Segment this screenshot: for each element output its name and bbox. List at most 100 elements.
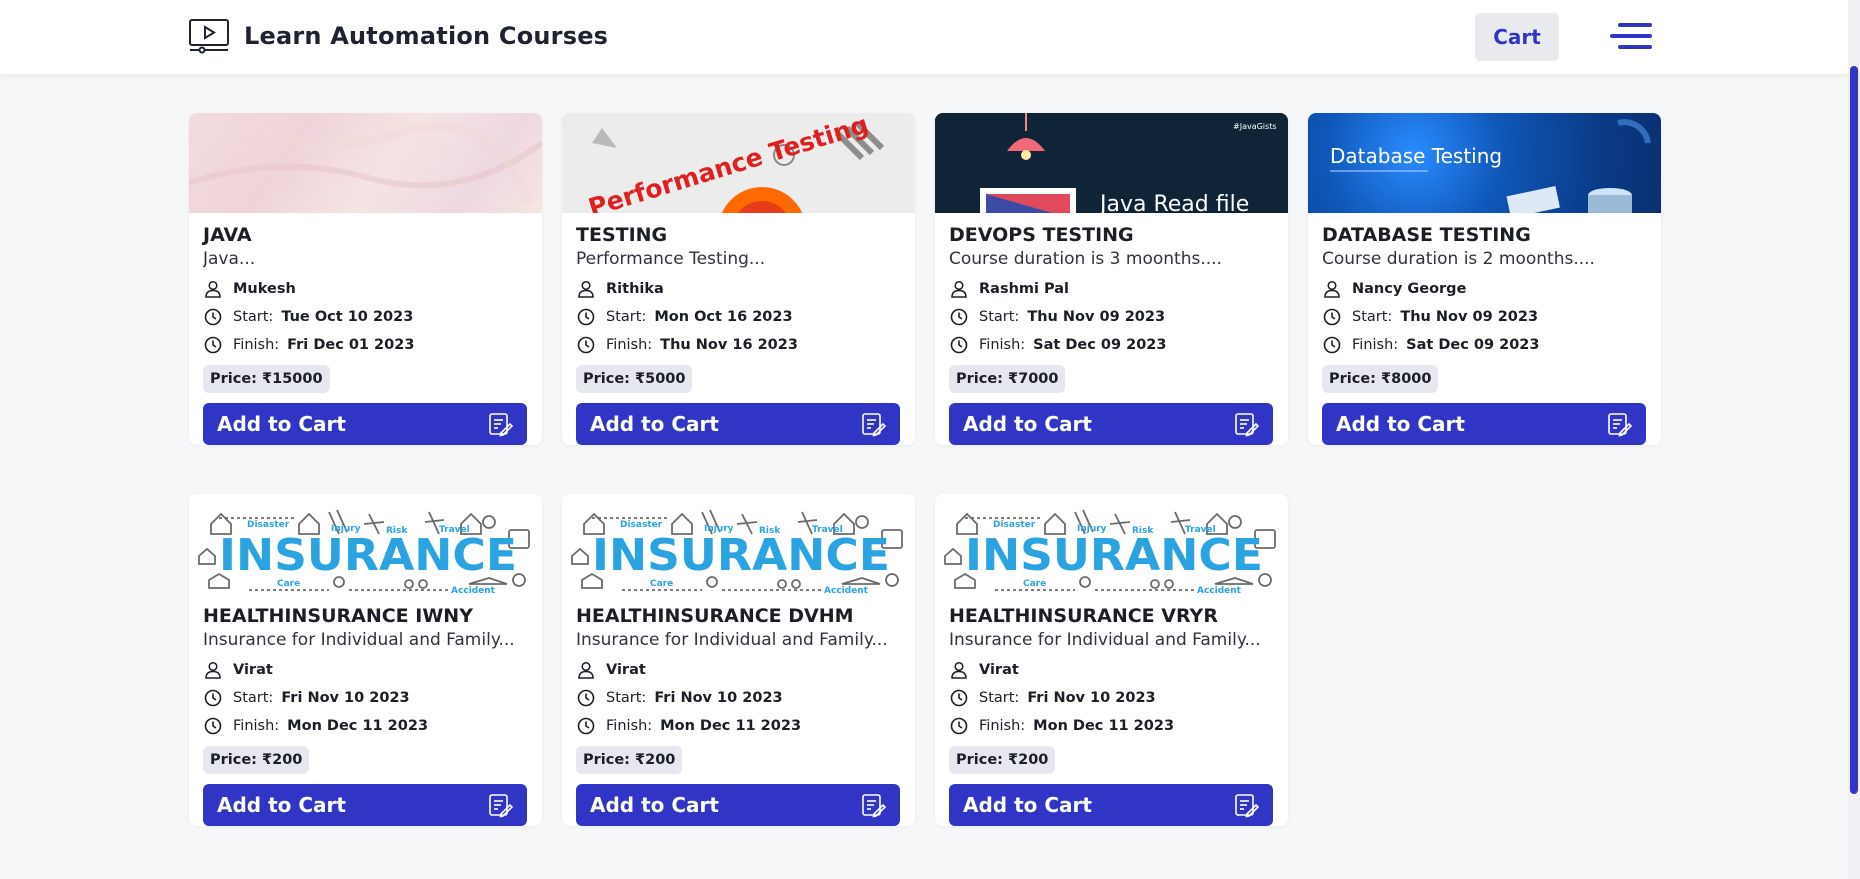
finish-date-row: Finish: Mon Dec 11 2023 bbox=[203, 716, 528, 736]
instructor-name: Virat bbox=[233, 662, 273, 678]
course-card: Disaster Injury Risk Travel INSURANCE Ca… bbox=[189, 494, 542, 826]
start-date-row: Start: Tue Oct 10 2023 bbox=[203, 307, 528, 327]
finish-label: Finish: bbox=[233, 718, 280, 734]
insurance-word: Accident bbox=[1197, 586, 1242, 594]
insurance-word: Accident bbox=[824, 586, 869, 594]
clock-icon bbox=[577, 689, 595, 707]
user-icon bbox=[205, 280, 221, 298]
instructor-row: Virat bbox=[576, 660, 901, 680]
add-to-cart-button[interactable]: Add to Cart bbox=[1322, 403, 1646, 445]
thumbnail-text: INSURANCE bbox=[965, 530, 1263, 581]
finish-label: Finish: bbox=[979, 337, 1026, 353]
instructor-row: Rithika bbox=[576, 279, 901, 299]
course-thumbnail: Disaster Injury Risk Travel INSURANCE Ca… bbox=[189, 494, 542, 594]
note-edit-icon bbox=[862, 794, 886, 818]
clock-icon bbox=[577, 336, 595, 354]
start-date: Tue Oct 10 2023 bbox=[281, 309, 414, 325]
scrollbar-thumb[interactable] bbox=[1850, 66, 1858, 794]
add-to-cart-button[interactable]: Add to Cart bbox=[203, 784, 527, 826]
clock-icon bbox=[204, 689, 222, 707]
start-date: Thu Nov 09 2023 bbox=[1027, 309, 1166, 325]
instructor-name: Virat bbox=[606, 662, 646, 678]
add-to-cart-label: Add to Cart bbox=[1336, 412, 1465, 436]
add-to-cart-button[interactable]: Add to Cart bbox=[203, 403, 527, 445]
start-label: Start: bbox=[979, 690, 1020, 706]
price-badge: Price: ₹5000 bbox=[576, 365, 693, 393]
hamburger-menu-icon[interactable] bbox=[1610, 21, 1652, 53]
clock-icon bbox=[577, 308, 595, 326]
start-label: Start: bbox=[233, 309, 274, 325]
finish-label: Finish: bbox=[606, 337, 653, 353]
brand[interactable]: Learn Automation Courses bbox=[188, 18, 608, 54]
course-title: HEALTHINSURANCE IWNY bbox=[203, 605, 473, 627]
insurance-word: Care bbox=[1023, 579, 1046, 589]
start-label: Start: bbox=[606, 309, 647, 325]
course-thumbnail: #JavaGists Java Read file bbox=[935, 113, 1288, 213]
finish-label: Finish: bbox=[606, 718, 653, 734]
finish-label: Finish: bbox=[979, 718, 1026, 734]
scrollbar[interactable] bbox=[1848, 0, 1860, 879]
user-icon bbox=[205, 661, 221, 679]
price-badge: Price: ₹200 bbox=[576, 746, 683, 774]
course-card: Disaster Injury Risk Travel INSURANCE Ca… bbox=[562, 494, 915, 826]
finish-date: Mon Dec 11 2023 bbox=[287, 718, 429, 734]
add-to-cart-button[interactable]: Add to Cart bbox=[949, 403, 1273, 445]
finish-date-row: Finish: Sat Dec 09 2023 bbox=[949, 335, 1274, 355]
course-title: DATABASE TESTING bbox=[1322, 224, 1531, 246]
insurance-word: Disaster bbox=[620, 520, 663, 530]
instructor-name: Nancy George bbox=[1352, 281, 1467, 297]
finish-label: Finish: bbox=[1352, 337, 1399, 353]
instructor-name: Rithika bbox=[606, 281, 664, 297]
start-date-row: Start: Fri Nov 10 2023 bbox=[576, 688, 901, 708]
course-title: JAVA bbox=[203, 224, 252, 246]
price-badge: Price: ₹7000 bbox=[949, 365, 1066, 393]
finish-date: Sat Dec 09 2023 bbox=[1406, 337, 1540, 353]
clock-icon bbox=[204, 717, 222, 735]
finish-label: Finish: bbox=[233, 337, 280, 353]
insurance-word: Care bbox=[650, 579, 673, 589]
note-edit-icon bbox=[489, 413, 513, 437]
course-description: Course duration is 2 moonths.... bbox=[1322, 249, 1595, 269]
start-date: Fri Nov 10 2023 bbox=[654, 690, 783, 706]
instructor-row: Virat bbox=[203, 660, 528, 680]
price-badge: Price: ₹200 bbox=[203, 746, 310, 774]
start-date-row: Start: Fri Nov 10 2023 bbox=[203, 688, 528, 708]
insurance-image: Disaster Injury Risk Travel INSURANCE Ca… bbox=[944, 509, 1276, 594]
course-title: TESTING bbox=[576, 224, 668, 246]
clock-icon bbox=[1323, 336, 1341, 354]
clock-icon bbox=[1323, 308, 1341, 326]
finish-date: Mon Dec 11 2023 bbox=[660, 718, 802, 734]
note-edit-icon bbox=[1235, 794, 1259, 818]
start-date: Fri Nov 10 2023 bbox=[1027, 690, 1156, 706]
add-to-cart-button[interactable]: Add to Cart bbox=[576, 403, 900, 445]
insurance-word: Disaster bbox=[993, 520, 1036, 530]
add-to-cart-button[interactable]: Add to Cart bbox=[949, 784, 1273, 826]
finish-date: Fri Dec 01 2023 bbox=[287, 337, 415, 353]
note-edit-icon bbox=[1235, 413, 1259, 437]
thumbnail-text: INSURANCE bbox=[592, 530, 890, 581]
finish-date-row: Finish: Mon Dec 11 2023 bbox=[576, 716, 901, 736]
finish-date-row: Finish: Sat Dec 09 2023 bbox=[1322, 335, 1647, 355]
finish-date-row: Finish: Mon Dec 11 2023 bbox=[949, 716, 1274, 736]
cart-button[interactable]: Cart bbox=[1475, 13, 1559, 61]
finish-date-row: Finish: Thu Nov 16 2023 bbox=[576, 335, 901, 355]
clock-icon bbox=[577, 717, 595, 735]
add-to-cart-button[interactable]: Add to Cart bbox=[576, 784, 900, 826]
thumbnail-text: Java Read file bbox=[1098, 192, 1249, 213]
instructor-row: Nancy George bbox=[1322, 279, 1647, 299]
clock-icon bbox=[950, 717, 968, 735]
note-edit-icon bbox=[489, 794, 513, 818]
add-to-cart-label: Add to Cart bbox=[217, 412, 346, 436]
note-edit-icon bbox=[1608, 413, 1632, 437]
note-edit-icon bbox=[862, 413, 886, 437]
user-icon bbox=[578, 661, 594, 679]
user-icon bbox=[951, 280, 967, 298]
thumbnail-tag: #JavaGists bbox=[1233, 122, 1277, 131]
insurance-image: Disaster Injury Risk Travel INSURANCE Ca… bbox=[571, 509, 903, 594]
user-icon bbox=[1324, 280, 1340, 298]
marble-texture-image bbox=[189, 113, 542, 205]
course-card: Disaster Injury Risk Travel INSURANCE Ca… bbox=[935, 494, 1288, 826]
instructor-row: Virat bbox=[949, 660, 1274, 680]
database-testing-image: Database Testing bbox=[1330, 119, 1651, 213]
java-read-file-image: #JavaGists Java Read file bbox=[935, 113, 1288, 213]
